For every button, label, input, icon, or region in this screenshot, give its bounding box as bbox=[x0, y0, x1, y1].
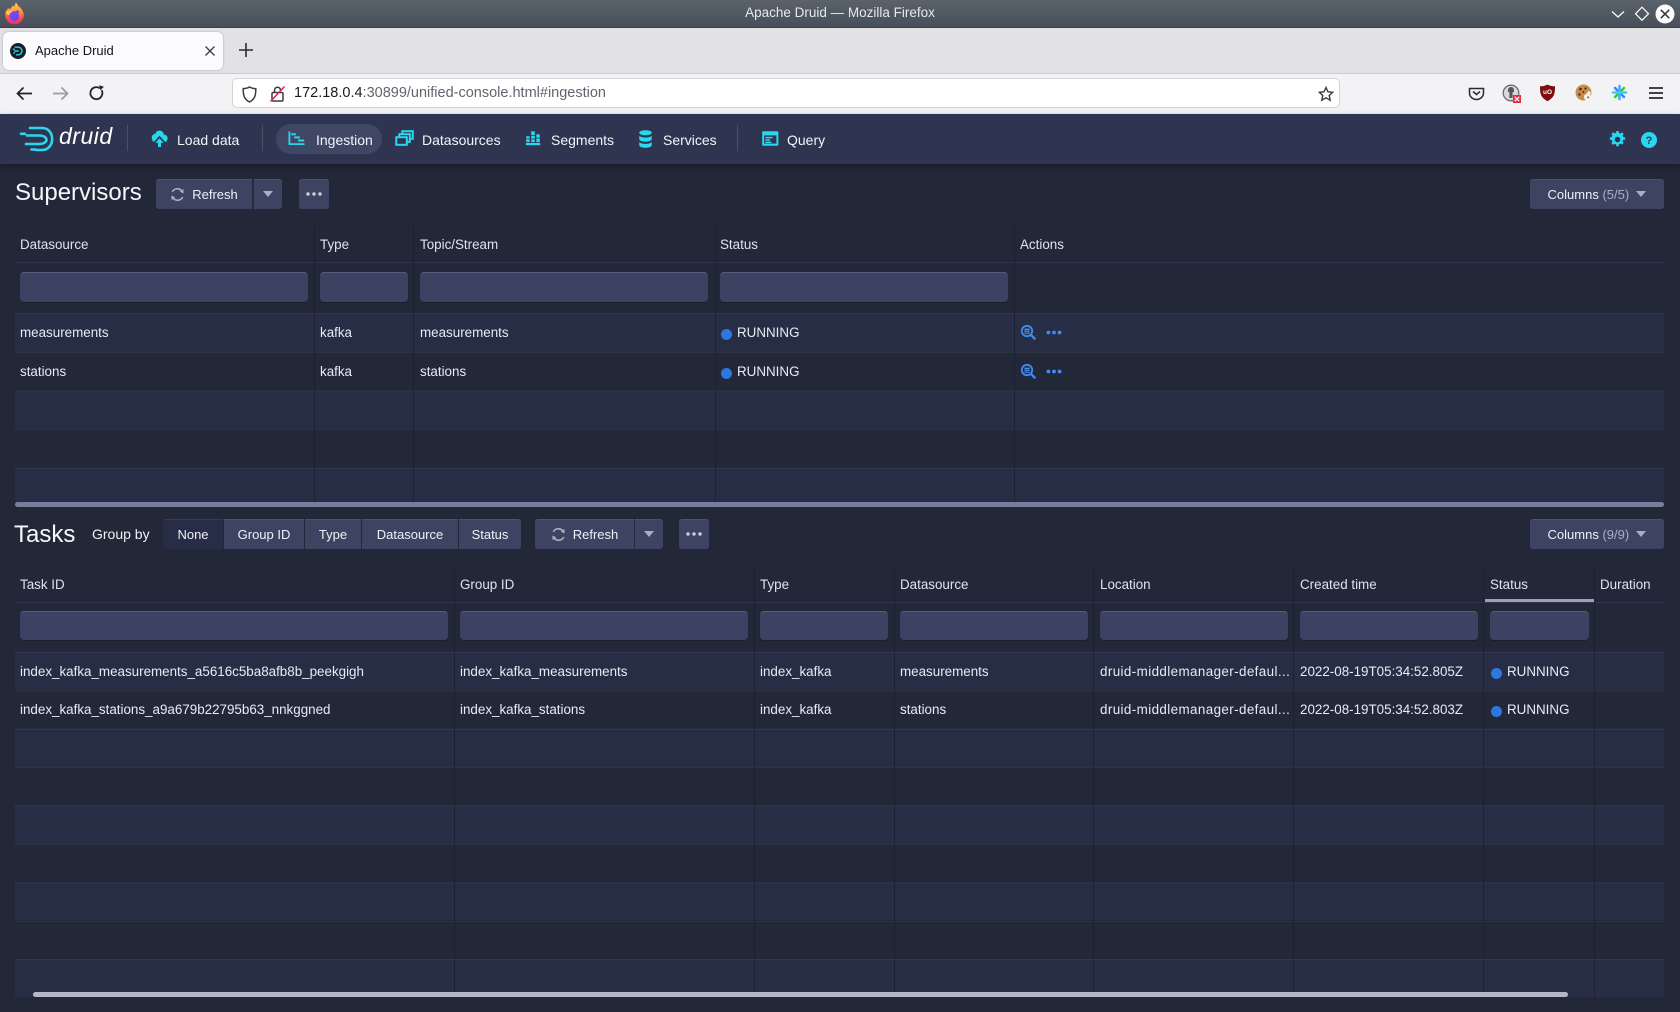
svg-text:uO: uO bbox=[1543, 89, 1552, 96]
svg-text:?: ? bbox=[1646, 135, 1653, 147]
